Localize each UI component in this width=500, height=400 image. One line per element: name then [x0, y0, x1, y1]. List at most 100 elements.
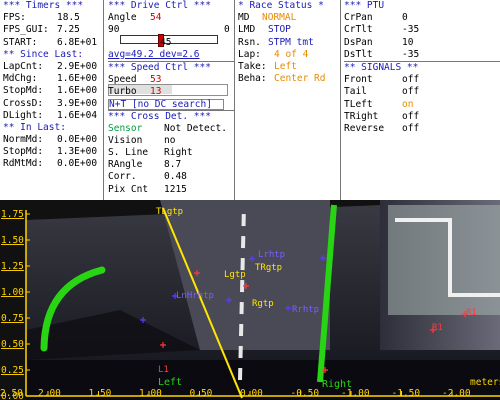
- x-tick-label: 2.50: [0, 388, 23, 399]
- cross-row: Vision no: [108, 135, 234, 147]
- in-last-value: 0.0E+00: [57, 134, 98, 146]
- in-last-header: ** In Last:: [3, 121, 66, 133]
- in-last-label: RdMtMd:: [3, 158, 44, 170]
- lgtp-label: Lgtp: [224, 270, 246, 280]
- race-row: MD NORMAL: [238, 12, 340, 24]
- race-value: STPM tmt: [268, 36, 314, 48]
- x-tick-label: -2.00: [442, 388, 471, 399]
- race-row: Beha: Center Rd: [238, 73, 340, 85]
- cross-label: Corr.: [108, 171, 137, 183]
- ptu-label: DsPan: [344, 36, 373, 48]
- in-last-value: 0.0E+00: [57, 158, 98, 170]
- signal-label: Tail: [344, 86, 367, 98]
- since-label: LapCnt:: [3, 60, 44, 72]
- x-tick-label: -0.50: [291, 388, 320, 399]
- right-lane-label: Right: [322, 379, 352, 390]
- cross-label: Pix Cnt: [108, 183, 149, 195]
- turbo-label: Turbo: [108, 86, 137, 98]
- ptu-row: DsTlt -35: [344, 49, 500, 61]
- since-label: StopMd:: [3, 85, 44, 97]
- race-row: Rsn. STPM tmt: [238, 37, 340, 49]
- signal-label: TRight: [344, 110, 379, 122]
- l1-label: L1: [158, 365, 169, 375]
- slider-mid-row: 45: [108, 37, 234, 49]
- timer-label: START:: [3, 36, 38, 48]
- race-row: LMD STOP: [238, 24, 340, 36]
- signal-value: off: [402, 86, 420, 98]
- in-last-label: NormMd:: [3, 134, 44, 146]
- race-label: Beha:: [238, 73, 267, 85]
- angle-value: 54: [150, 12, 162, 24]
- x-tick-label: 0.50: [190, 388, 213, 399]
- x-tick-label: 1.00: [139, 388, 162, 399]
- race-value: 4 of 4: [274, 48, 309, 60]
- race-label: LMD: [238, 24, 256, 36]
- race-label: Rsn.: [238, 36, 261, 48]
- y-tick-label: 0.25: [1, 365, 24, 376]
- race-value: Left: [274, 60, 297, 72]
- since-label: MdChg:: [3, 73, 38, 85]
- timers-panel: *** Timers *** FPS: 18.5 FPS_GUI: 7.25 STA…: [0, 0, 104, 200]
- camera-view: 1.75 1.50 1.25 1.00 0.75 0.50 0.25 0.00 2.50 2.0…: [0, 200, 500, 400]
- y-tick-label: 0.50: [1, 339, 24, 350]
- since-row: StopMd: 1.6E+00: [3, 85, 103, 97]
- in-last-row: RdMtMd: 0.0E+00: [3, 158, 103, 170]
- in-last-row: StopMd: 1.3E+00: [3, 146, 103, 158]
- race-value: NORMAL: [262, 12, 297, 24]
- signals-header: ** SIGNALS **: [344, 60, 500, 74]
- x-tick-label: 0.00: [240, 388, 263, 399]
- since-row: LapCnt: 2.9E+00: [3, 61, 103, 73]
- ptu-panel: *** PTU CrPan 0 CrTlt -35 DsPan 10 DsTlt -35…: [341, 0, 500, 200]
- r1-label: R1: [432, 323, 443, 333]
- nt-search-box[interactable]: N+T [no DC search]: [108, 98, 224, 110]
- timer-label: FPS:: [3, 12, 26, 24]
- race-label: Lap:: [238, 48, 261, 60]
- cross-value: Not Detect.: [164, 122, 227, 134]
- slider-mid-label: 45: [160, 36, 172, 48]
- cross-value: 8.7: [164, 159, 182, 171]
- since-value: 2.9E+00: [57, 60, 98, 72]
- x-unit-label: meters: [470, 377, 500, 388]
- since-value: 1.6E+04: [57, 109, 98, 121]
- y-tick-label: 1.75: [1, 209, 24, 220]
- race-label: Take:: [238, 60, 267, 72]
- lrhtp-label: Lrhtp: [258, 250, 285, 260]
- since-last-header: ** Since Last:: [3, 48, 84, 60]
- ptu-value: 0: [402, 12, 408, 24]
- cross-row: Pix Cnt 1215: [108, 184, 234, 196]
- cross-value: Right: [164, 147, 193, 159]
- since-value: 1.6E+00: [57, 85, 98, 97]
- race-value: STOP: [268, 24, 291, 36]
- signal-row: TRight off: [344, 111, 500, 123]
- ptu-value: 10: [402, 36, 414, 48]
- angle-label: Angle: [108, 12, 137, 24]
- y-tick-label: 1.50: [1, 235, 24, 246]
- timers-header: *** Timers ***: [3, 0, 84, 11]
- turbo-value: 13: [150, 86, 162, 98]
- signal-label: Front: [344, 74, 373, 86]
- race-value: Center Rd: [274, 73, 326, 85]
- timer-value: 6.8E+01: [57, 36, 98, 48]
- ptu-row: DsPan 10: [344, 37, 500, 49]
- trgtp-label: TRgtp: [255, 263, 282, 273]
- signal-row: Front off: [344, 74, 500, 86]
- since-row: MdChg: 1.6E+00: [3, 73, 103, 85]
- ptu-label: CrTlt: [344, 24, 373, 36]
- signal-label: Reverse: [344, 122, 385, 134]
- ptu-label: CrPan: [344, 12, 373, 24]
- y-tick-label: 1.00: [1, 287, 24, 298]
- since-value: 3.9E+00: [57, 97, 98, 109]
- cross-row: RAngle 8.7: [108, 159, 234, 171]
- ptu-header: *** PTU: [344, 0, 385, 11]
- left-lane-label: Left: [158, 377, 182, 388]
- race-row: Lap: 4 of 4: [238, 49, 340, 61]
- drive-ctrl-header: *** Drive Ctrl ***: [108, 0, 211, 11]
- timer-row: START: 6.8E+01: [3, 37, 103, 49]
- signal-value: off: [402, 122, 420, 134]
- timer-value: 7.25: [57, 24, 80, 36]
- ptu-row: CrPan 0: [344, 12, 500, 24]
- cross-row: Corr. 0.48: [108, 171, 234, 183]
- in-last-value: 1.3E+00: [57, 146, 98, 158]
- r1a-label: R1: [466, 308, 477, 318]
- signal-row: Tail off: [344, 86, 500, 98]
